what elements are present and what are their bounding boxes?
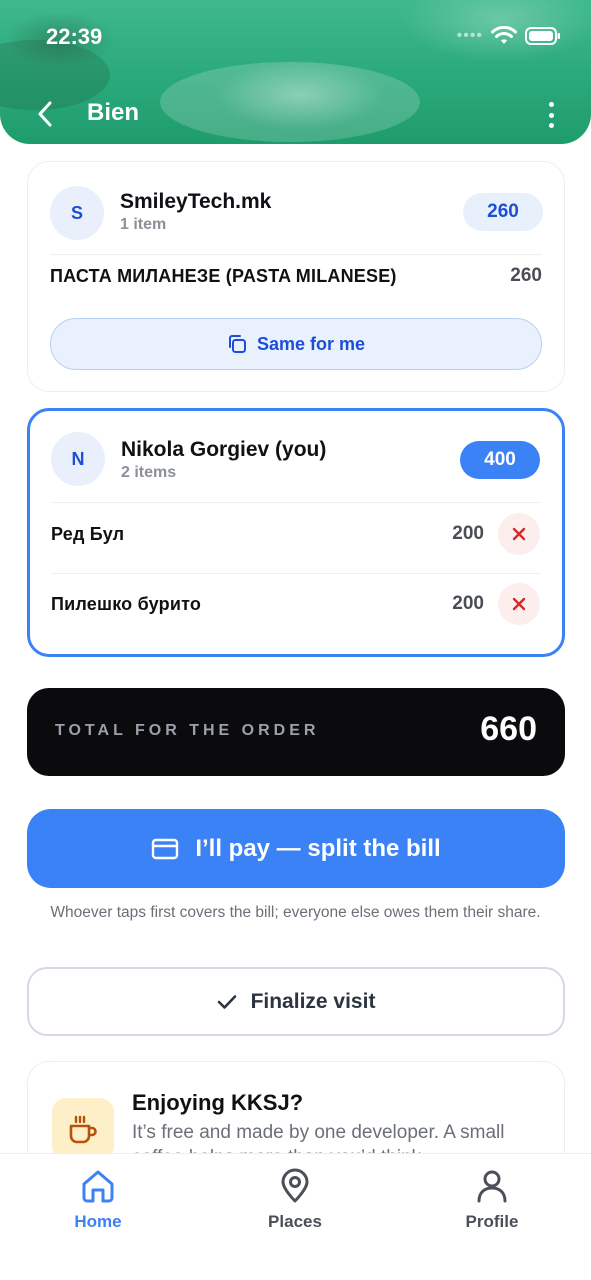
avatar: S (50, 186, 104, 240)
background-plate (160, 62, 420, 142)
participant-name: SmileyTech.mk (120, 190, 272, 213)
more-options-button[interactable] (541, 98, 561, 132)
close-icon (512, 527, 526, 541)
item-price: 260 (510, 265, 542, 286)
item-name: Ред Бул (51, 524, 125, 544)
home-icon (82, 1170, 114, 1203)
more-dot (548, 123, 554, 128)
nav-places[interactable]: Places (235, 1168, 355, 1232)
participant-total-badge: 260 (463, 193, 543, 231)
finalize-visit-button[interactable]: Finalize visit (27, 967, 565, 1036)
more-dot (548, 112, 554, 118)
participant-total-badge: 400 (460, 441, 540, 479)
chevron-left-icon (38, 101, 52, 127)
pay-label: I’ll pay — split the bill (195, 834, 441, 862)
total-label: TOTAL FOR THE ORDER (55, 722, 320, 739)
nav-home[interactable]: Home (38, 1168, 158, 1232)
map-pin-icon (281, 1168, 309, 1203)
divider (51, 502, 541, 503)
nav-profile-label: Profile (465, 1212, 519, 1231)
remove-item-button[interactable] (498, 513, 540, 555)
pay-split-bill-button[interactable]: I’ll pay — split the bill (27, 809, 565, 888)
item-name: ПАСТА МИЛАНЕЗЕ (PASTA MILANESE) (50, 266, 397, 286)
item-count: 2 items (121, 464, 177, 481)
signal-dots-icon: •••• (456, 27, 483, 44)
nav-places-label: Places (268, 1212, 322, 1231)
order-total-bar: TOTAL FOR THE ORDER 660 (27, 688, 565, 776)
same-for-me-label: Same for me (256, 333, 366, 354)
credit-card-icon (152, 838, 179, 859)
participant-name: Nikola Gorgiev (you) (121, 438, 327, 461)
status-time: 22:39 (46, 24, 103, 49)
more-dot (548, 102, 554, 107)
wifi-icon (491, 26, 517, 44)
check-icon (217, 994, 236, 1009)
nav-home-label: Home (74, 1212, 122, 1231)
finalize-label: Finalize visit (250, 989, 376, 1013)
bottom-navigation: Home Places Profile (0, 1153, 591, 1280)
same-for-me-button[interactable]: Same for me (50, 318, 542, 370)
header: 22:39 •••• Bien (0, 0, 591, 144)
page-title: Bien (87, 99, 140, 126)
nav-profile[interactable]: Profile (432, 1168, 552, 1232)
promo-title: Enjoying KKSJ? (132, 1090, 304, 1115)
coffee-icon (52, 1098, 114, 1160)
item-price: 200 (452, 593, 484, 614)
close-icon (512, 597, 526, 611)
back-button[interactable] (30, 96, 60, 132)
remove-item-button[interactable] (498, 583, 540, 625)
status-icons: •••• (457, 26, 561, 46)
pay-note: Whoever taps first covers the bill; ever… (50, 904, 541, 921)
participant-card-you: N Nikola Gorgiev (you) 2 items 400 Ред Б… (27, 408, 565, 657)
item-price: 200 (452, 523, 484, 544)
item-name: Пилешко бурито (51, 594, 202, 614)
avatar: N (51, 432, 105, 486)
divider (51, 573, 541, 574)
divider (50, 254, 542, 255)
item-count: 1 item (120, 216, 167, 233)
battery-icon (525, 27, 560, 45)
user-icon (477, 1170, 507, 1203)
total-value: 660 (480, 710, 537, 748)
participant-card: S SmileyTech.mk 1 item 260 ПАСТА МИЛАНЕЗ… (27, 161, 565, 392)
copy-icon (228, 335, 246, 353)
